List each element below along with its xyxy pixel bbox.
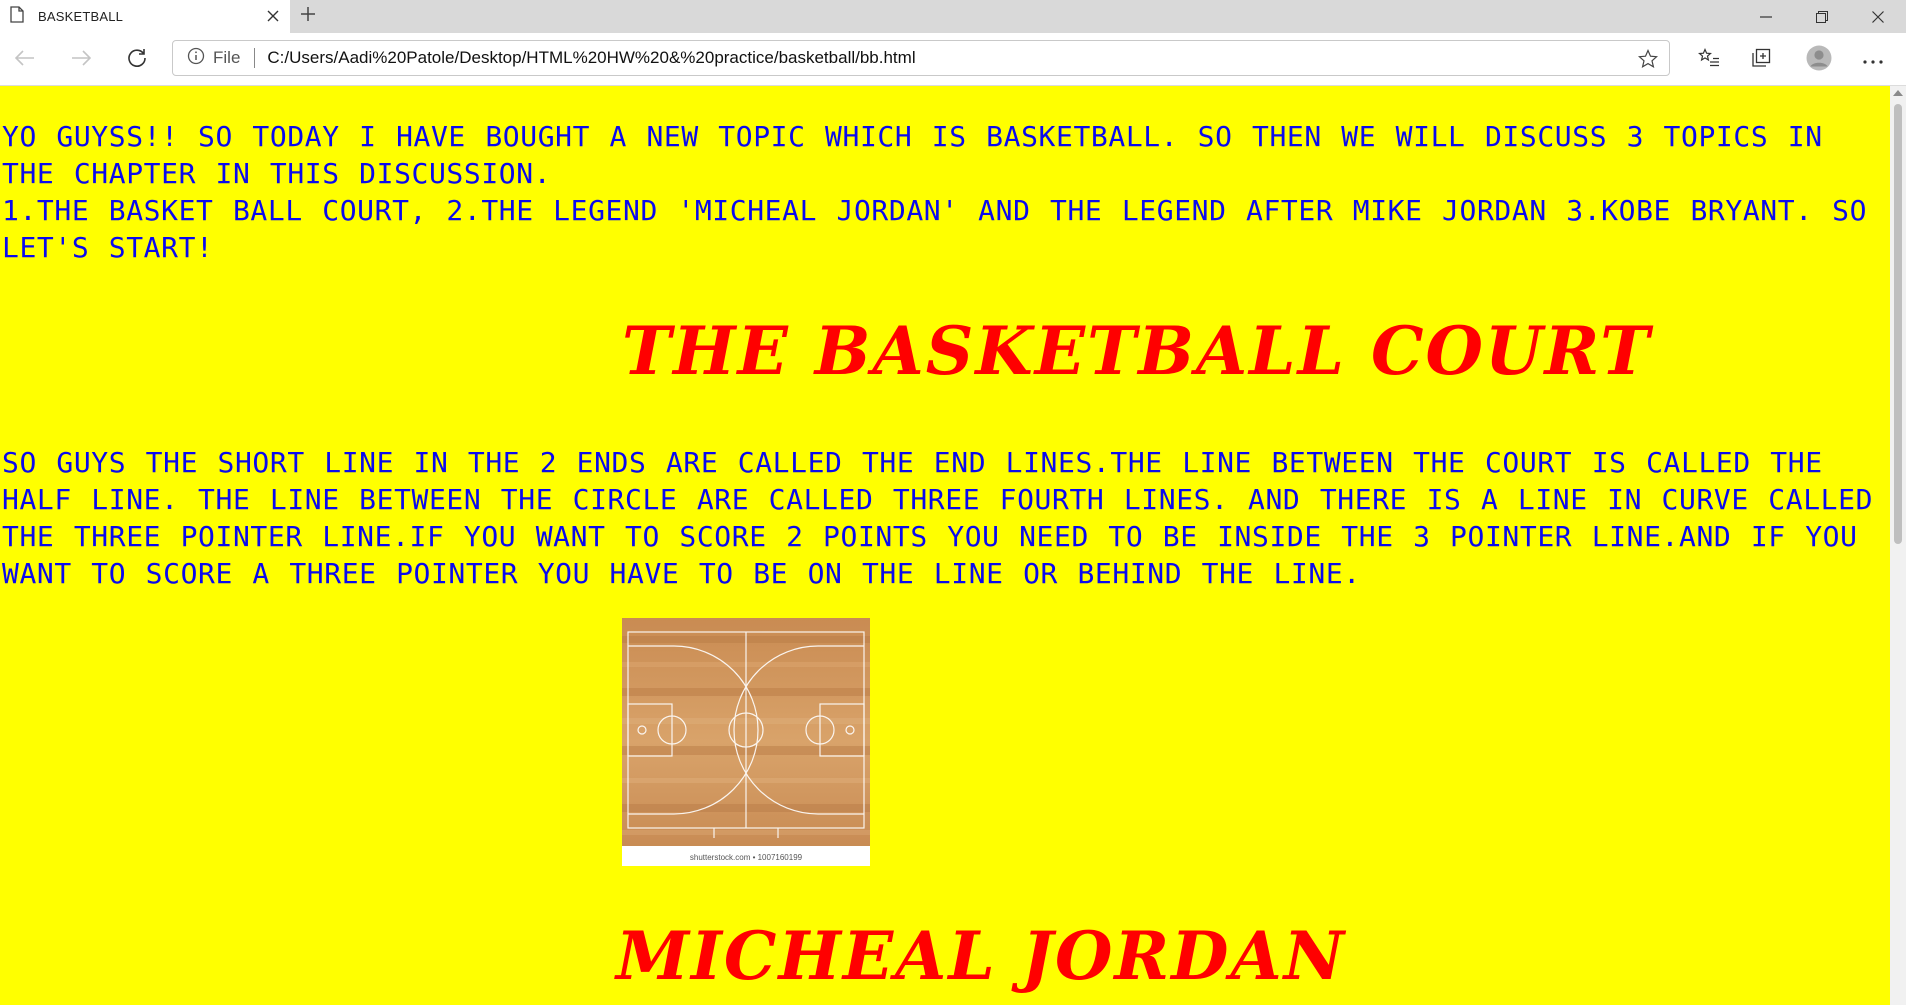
tab-basketball[interactable]: BASKETBALL [0,0,290,33]
favorites-icon [1698,47,1720,73]
forward-arrow-icon [71,49,92,71]
profile-icon [1806,45,1832,76]
intro-paragraph: YO GUYSS!! SO TODAY I HAVE BOUGHT A NEW … [2,118,1882,266]
browser-toolbar: File C:/Users/Aadi%20Patole/Desktop/HTML… [0,33,1906,86]
scroll-thumb[interactable] [1894,104,1902,544]
url-text[interactable]: C:/Users/Aadi%20Patole/Desktop/HTML%20HW… [267,48,915,68]
close-icon[interactable] [264,7,282,25]
heading-micheal-jordan: MICHEAL JORDAN [616,917,1347,995]
refresh-icon [126,47,148,74]
forward-button[interactable] [66,45,96,75]
court-description: SO GUYS THE SHORT LINE IN THE 2 ENDS ARE… [2,446,1874,590]
new-tab-button[interactable] [290,0,326,33]
restore-button[interactable] [1794,0,1850,33]
profile-button[interactable] [1804,45,1834,75]
plus-icon [300,6,316,27]
court-image-caption: shutterstock.com • 1007160199 [690,853,803,862]
info-icon [187,47,205,70]
heading-basketball-court: THE BASKETBALL COURT [622,312,1652,390]
vertical-scrollbar[interactable] [1890,86,1906,1005]
window-controls [1738,0,1906,33]
tab-strip: BASKETBALL [0,0,1906,33]
minimize-button[interactable] [1738,0,1794,33]
star-icon[interactable] [1637,48,1659,70]
back-arrow-icon [14,49,35,71]
scheme-label: File [213,48,241,67]
more-icon [1863,51,1883,69]
collections-button[interactable] [1746,45,1776,75]
basketball-court-image: shutterstock.com • 1007160199 [622,618,870,866]
site-info-button[interactable]: File [187,47,240,70]
page-viewport: YO GUYSS!! SO TODAY I HAVE BOUGHT A NEW … [0,86,1890,1005]
back-button[interactable] [10,45,40,75]
close-window-button[interactable] [1850,0,1906,33]
document-icon [10,5,24,28]
scroll-up-arrow-icon[interactable] [1893,90,1903,96]
more-button[interactable] [1858,45,1888,75]
favorites-button[interactable] [1694,45,1724,75]
tab-title: BASKETBALL [38,9,124,24]
intro-line-2: 1.THE BASKET BALL COURT, 2.THE LEGEND 'M… [2,194,1868,264]
refresh-button[interactable] [122,45,152,75]
address-separator [254,48,256,68]
address-bar[interactable]: File C:/Users/Aadi%20Patole/Desktop/HTML… [172,40,1670,76]
intro-line-1: YO GUYSS!! SO TODAY I HAVE BOUGHT A NEW … [2,120,1823,190]
collections-icon [1751,48,1771,73]
